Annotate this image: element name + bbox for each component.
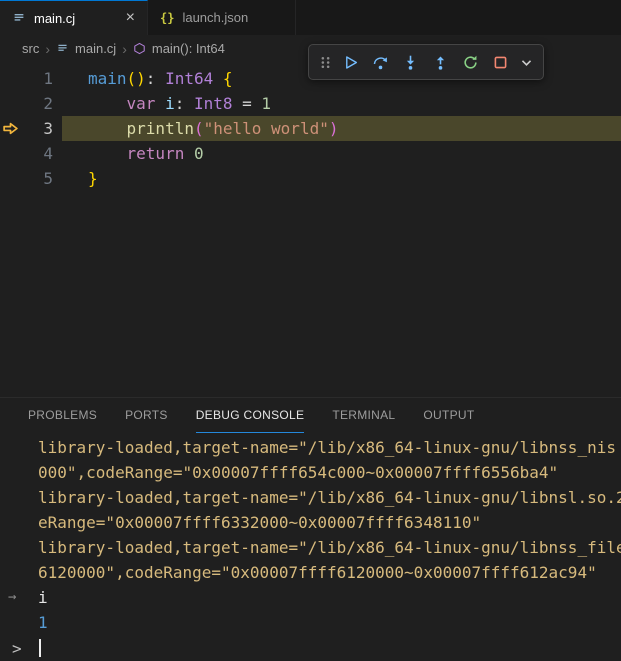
- panel-tab-problems[interactable]: PROBLEMS: [28, 398, 97, 433]
- debug-console-output[interactable]: library-loaded,target-name="/lib/x86_64-…: [0, 433, 621, 635]
- debug-step-over-button[interactable]: [366, 48, 394, 76]
- debug-restart-button[interactable]: [456, 48, 484, 76]
- debug-step-out-button[interactable]: [426, 48, 454, 76]
- line-number[interactable]: 5: [0, 166, 53, 191]
- panel-tab-ports[interactable]: PORTS: [125, 398, 168, 433]
- line-number[interactable]: 4: [0, 141, 53, 166]
- editor-tab-bar: main.cj × {} launch.json: [0, 0, 621, 35]
- debug-toolbar: [308, 44, 544, 80]
- tab-label: launch.json: [182, 10, 248, 25]
- symbol-method-icon: [133, 42, 146, 55]
- tab-bar-empty-space: [296, 0, 621, 35]
- json-icon: {}: [160, 11, 174, 25]
- panel-tab-terminal[interactable]: TERMINAL: [332, 398, 395, 433]
- continue-icon: [342, 54, 359, 71]
- debug-current-line-arrow-icon: [2, 120, 19, 137]
- text-cursor: [39, 639, 41, 657]
- chevron-right-icon: ›: [45, 41, 50, 57]
- debug-console-input[interactable]: >: [0, 635, 621, 661]
- tab-main-cj[interactable]: main.cj ×: [0, 0, 148, 35]
- console-line: library-loaded,target-name="/lib/x86_64-…: [0, 435, 621, 460]
- debug-continue-button[interactable]: [336, 48, 364, 76]
- stop-icon: [492, 54, 509, 71]
- chevron-right-icon: ›: [122, 41, 127, 57]
- vscode-window: main.cj × {} launch.json src › main.cj ›…: [0, 0, 621, 661]
- console-line: library-loaded,target-name="/lib/x86_64-…: [0, 535, 621, 560]
- chevron-down-icon: [518, 54, 535, 71]
- code-text: main(): Int64 {: [53, 66, 233, 91]
- line-number[interactable]: 2: [0, 91, 53, 116]
- file-icon: [12, 11, 26, 25]
- line-number[interactable]: 1: [0, 66, 53, 91]
- code-line[interactable]: 5}: [0, 166, 621, 191]
- code-text: println("hello world"): [53, 116, 338, 141]
- prompt-chevron-icon: >: [12, 639, 22, 658]
- code-line[interactable]: 4 return 0: [0, 141, 621, 166]
- code-text: return 0: [53, 141, 204, 166]
- debug-more-actions-button[interactable]: [516, 48, 536, 76]
- breadcrumb-item-src[interactable]: src: [22, 41, 39, 56]
- code-text: var i: Int8 = 1: [53, 91, 271, 116]
- console-line: library-loaded,target-name="/lib/x86_64-…: [0, 485, 621, 510]
- panel-tab-bar: PROBLEMS PORTS DEBUG CONSOLE TERMINAL OUTPUT: [0, 397, 621, 433]
- panel-tab-output[interactable]: OUTPUT: [423, 398, 474, 433]
- editor-lines: 1main(): Int64 {2 var i: Int8 = 13 print…: [0, 66, 621, 191]
- code-line[interactable]: 2 var i: Int8 = 1: [0, 91, 621, 116]
- code-line[interactable]: 3 println("hello world"): [0, 116, 621, 141]
- close-icon[interactable]: ×: [126, 11, 135, 25]
- code-text: }: [53, 166, 98, 191]
- drag-handle-icon[interactable]: [316, 48, 334, 76]
- panel-tab-debug-console[interactable]: DEBUG CONSOLE: [196, 398, 305, 433]
- editor[interactable]: 1main(): Int64 {2 var i: Int8 = 13 print…: [0, 62, 621, 397]
- restart-icon: [462, 54, 479, 71]
- console-line: 1: [0, 610, 621, 635]
- file-icon: [56, 42, 69, 55]
- console-line: 6120000",codeRange="0x00007ffff6120000~0…: [0, 560, 621, 585]
- debug-step-into-button[interactable]: [396, 48, 424, 76]
- input-arrow-icon: →: [8, 585, 16, 610]
- step-out-icon: [432, 54, 449, 71]
- tab-launch-json[interactable]: {} launch.json: [148, 0, 296, 35]
- breadcrumb-item-symbol[interactable]: main(): Int64: [152, 41, 225, 56]
- breadcrumb-item-file[interactable]: main.cj: [75, 41, 116, 56]
- step-into-icon: [402, 54, 419, 71]
- console-line: →i: [0, 585, 621, 610]
- console-line: 000",codeRange="0x00007ffff654c000~0x000…: [0, 460, 621, 485]
- step-over-icon: [372, 54, 389, 71]
- tab-label: main.cj: [34, 11, 75, 26]
- debug-stop-button[interactable]: [486, 48, 514, 76]
- console-line: eRange="0x00007ffff6332000~0x00007ffff63…: [0, 510, 621, 535]
